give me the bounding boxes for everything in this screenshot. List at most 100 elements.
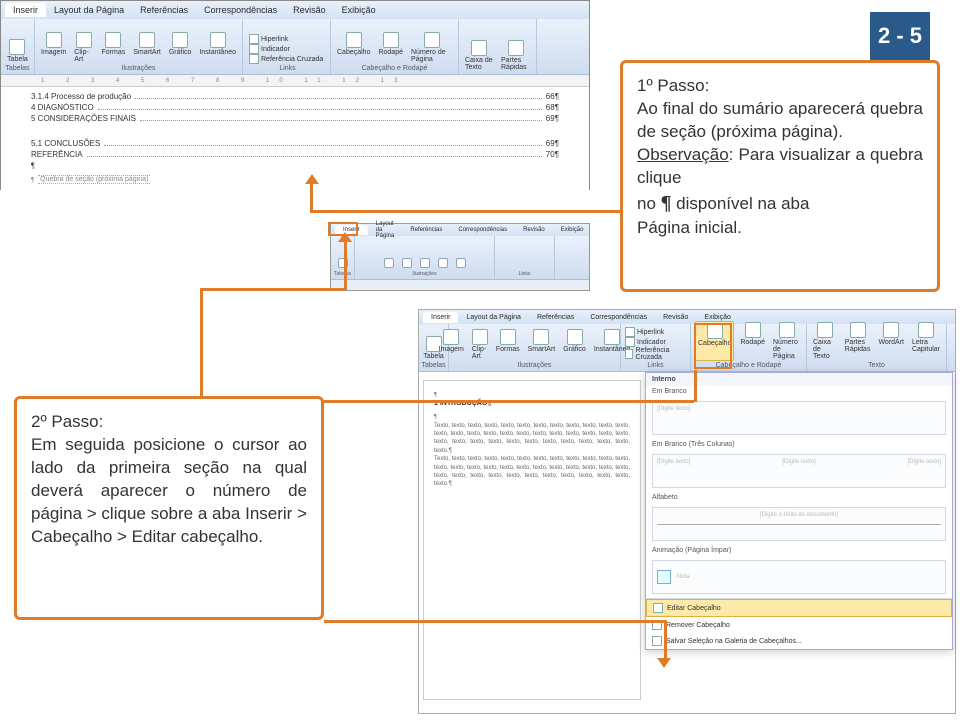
b[interactable] xyxy=(454,257,468,270)
btn-clipart[interactable]: Clip-Art xyxy=(72,31,95,64)
btn-caixa-texto[interactable]: Caixa de Texto xyxy=(463,39,495,72)
toc-line: 5 CONSIDERAÇÕES FINAIS69¶ xyxy=(31,113,559,124)
tab-revisao[interactable]: Revisão xyxy=(515,225,553,235)
lbl: Formas xyxy=(496,346,520,353)
word-ribbon-bottom-screenshot: Inserir Layout da Página Referências Cor… xyxy=(418,309,956,714)
group-label-cabecalhorodape: Cabeçalho e Rodapé xyxy=(362,64,428,72)
ribbon-group-links: Hiperlink Indicador Referência Cruzada L… xyxy=(243,19,331,74)
menu-label: Salvar Seleção na Galeria de Cabeçalhos.… xyxy=(666,638,802,645)
quickparts-icon xyxy=(508,40,524,56)
tab-revisao[interactable]: Revisão xyxy=(285,3,334,17)
btn-imagem[interactable]: Imagem xyxy=(39,31,68,64)
btn-indicador[interactable]: Indicador xyxy=(249,44,290,54)
connector-line xyxy=(324,400,694,403)
btn-instantaneo[interactable]: Instantâneo xyxy=(197,31,238,64)
btn-hiperlink[interactable]: Hiperlink xyxy=(625,327,664,337)
b[interactable] xyxy=(418,257,432,270)
b[interactable] xyxy=(400,257,414,270)
lbl: Ilustrações xyxy=(518,361,552,369)
b[interactable] xyxy=(382,257,396,270)
toc-dots xyxy=(87,150,542,157)
tab-layout[interactable]: Layout da Página xyxy=(458,312,529,323)
thumbnail-icon xyxy=(657,570,671,584)
crossref-icon xyxy=(249,54,259,64)
btn-numero-pagina[interactable]: Número de Página xyxy=(771,321,802,361)
btn-smartart[interactable]: SmartArt xyxy=(526,328,558,361)
callout-body-line: no ¶ disponível na aba xyxy=(637,190,923,217)
btn-caixa-texto[interactable]: Caixa de Texto xyxy=(811,321,839,361)
btn-tabela-label: Tabela xyxy=(7,56,28,63)
tab-exibicao[interactable]: Exibição xyxy=(334,3,384,17)
doc-filler-text: Texto, texto, texto, texto, texto, texto… xyxy=(434,422,630,456)
lbl: Formas xyxy=(101,49,125,56)
btn-hiperlink[interactable]: Hiperlink xyxy=(249,34,288,44)
ribbon-group-texto: Caixa de Texto Partes Rápidas xyxy=(459,19,537,74)
lbl: Rodapé xyxy=(740,339,765,346)
screenshot-icon xyxy=(604,329,620,345)
gallery-item-embranco[interactable]: [Digite texto] xyxy=(652,401,946,435)
menu-remover-cabecalho[interactable]: Remover Cabeçalho xyxy=(646,617,952,633)
gallery-item-alfabeto[interactable]: [Digite o título do documento] xyxy=(652,507,946,541)
tab-correspondencias[interactable]: Correspondências xyxy=(196,3,285,17)
btn-grafico[interactable]: Gráfico xyxy=(561,328,588,361)
obs-underline: Observação xyxy=(637,145,729,164)
lbl: Referência Cruzada xyxy=(635,347,686,361)
lbl: Número de Página xyxy=(773,339,800,360)
lbl: Partes Rápidas xyxy=(845,339,871,353)
menu-label: Editar Cabeçalho xyxy=(667,605,721,612)
ruler: 1 2 3 4 5 6 7 8 9 10 11 12 13 xyxy=(1,75,589,87)
btn-letra-capitular[interactable]: Letra Capitular xyxy=(910,321,942,361)
connector-line xyxy=(310,180,313,212)
lbl: Instantâneo xyxy=(199,49,236,56)
btn-indicador[interactable]: Indicador xyxy=(625,337,666,347)
btn-formas[interactable]: Formas xyxy=(99,31,127,64)
btn-imagem[interactable]: Imagem xyxy=(437,328,466,361)
textbox-icon xyxy=(817,322,833,338)
arrow-head-icon xyxy=(305,174,319,184)
connector-line xyxy=(200,288,203,398)
tab-correspondencias[interactable]: Correspondências xyxy=(450,225,515,235)
tab-inserir[interactable]: Inserir xyxy=(5,3,46,17)
btn-formas[interactable]: Formas xyxy=(494,328,522,361)
btn-refcruzada[interactable]: Referência Cruzada xyxy=(249,54,323,64)
icon xyxy=(438,258,448,268)
tab-referencias[interactable]: Referências xyxy=(132,3,196,17)
pagenum-icon xyxy=(779,322,795,338)
btn-cabecalho[interactable]: Cabeçalho xyxy=(335,31,372,64)
bookmark-icon xyxy=(249,44,259,54)
gallery-item-anim[interactable]: Nota xyxy=(652,560,946,594)
btn-tabela[interactable] xyxy=(336,257,350,270)
menu-editar-cabecalho[interactable]: Editar Cabeçalho xyxy=(646,599,952,617)
btn-refcruzada[interactable]: Referência Cruzada xyxy=(625,347,686,361)
lbl: WordArt xyxy=(878,339,904,346)
toc-line: REFERÊNCIA70¶ xyxy=(31,149,559,160)
lbl: Links xyxy=(519,270,531,277)
btn-smartart[interactable]: SmartArt xyxy=(131,31,163,64)
btn-partes-rapidas[interactable]: Partes Rápidas xyxy=(499,39,532,72)
ribbon-group-tabelas: Tabela Tabelas xyxy=(1,19,35,74)
txt: disponível na aba xyxy=(671,194,809,213)
btn-clipart[interactable]: Clip-Art xyxy=(470,328,490,361)
btn-numero-pagina[interactable]: Número de Página xyxy=(409,31,454,64)
ribbon-group-cabecalhorodape: Cabeçalho Rodapé Número de Página Cabeça… xyxy=(331,19,459,74)
btn-rodape[interactable]: Rodapé xyxy=(376,31,405,64)
tab-inserir[interactable]: Inserir xyxy=(423,312,458,323)
placeholder-text: Nota xyxy=(677,574,690,580)
gallery-item-embranco3[interactable]: [Digite texto] [Digite texto] [Digite te… xyxy=(652,454,946,488)
btn-partes-rapidas[interactable]: Partes Rápidas xyxy=(843,321,873,361)
tab-referencias[interactable]: Referências xyxy=(529,312,582,323)
btn-rodape[interactable]: Rodapé xyxy=(738,321,767,361)
b[interactable] xyxy=(436,257,450,270)
menu-salvar-selecao[interactable]: Salvar Seleção na Galeria de Cabeçalhos.… xyxy=(646,633,952,649)
btn-wordart[interactable]: WordArt xyxy=(876,321,906,361)
tab-referencias[interactable]: Referências xyxy=(402,225,450,235)
btn-tabela[interactable]: Tabela xyxy=(5,38,30,64)
btn-grafico[interactable]: Gráfico xyxy=(167,31,194,64)
tab-exibicao[interactable]: Exibição xyxy=(553,225,592,235)
tab-correspondencias[interactable]: Correspondências xyxy=(582,312,655,323)
placeholder-text: [Digite texto] xyxy=(908,459,941,483)
callout-title: 2º Passo: xyxy=(31,411,307,434)
image-icon xyxy=(46,32,62,48)
tab-revisao[interactable]: Revisão xyxy=(655,312,696,323)
tab-layout[interactable]: Layout da Página xyxy=(46,3,132,17)
